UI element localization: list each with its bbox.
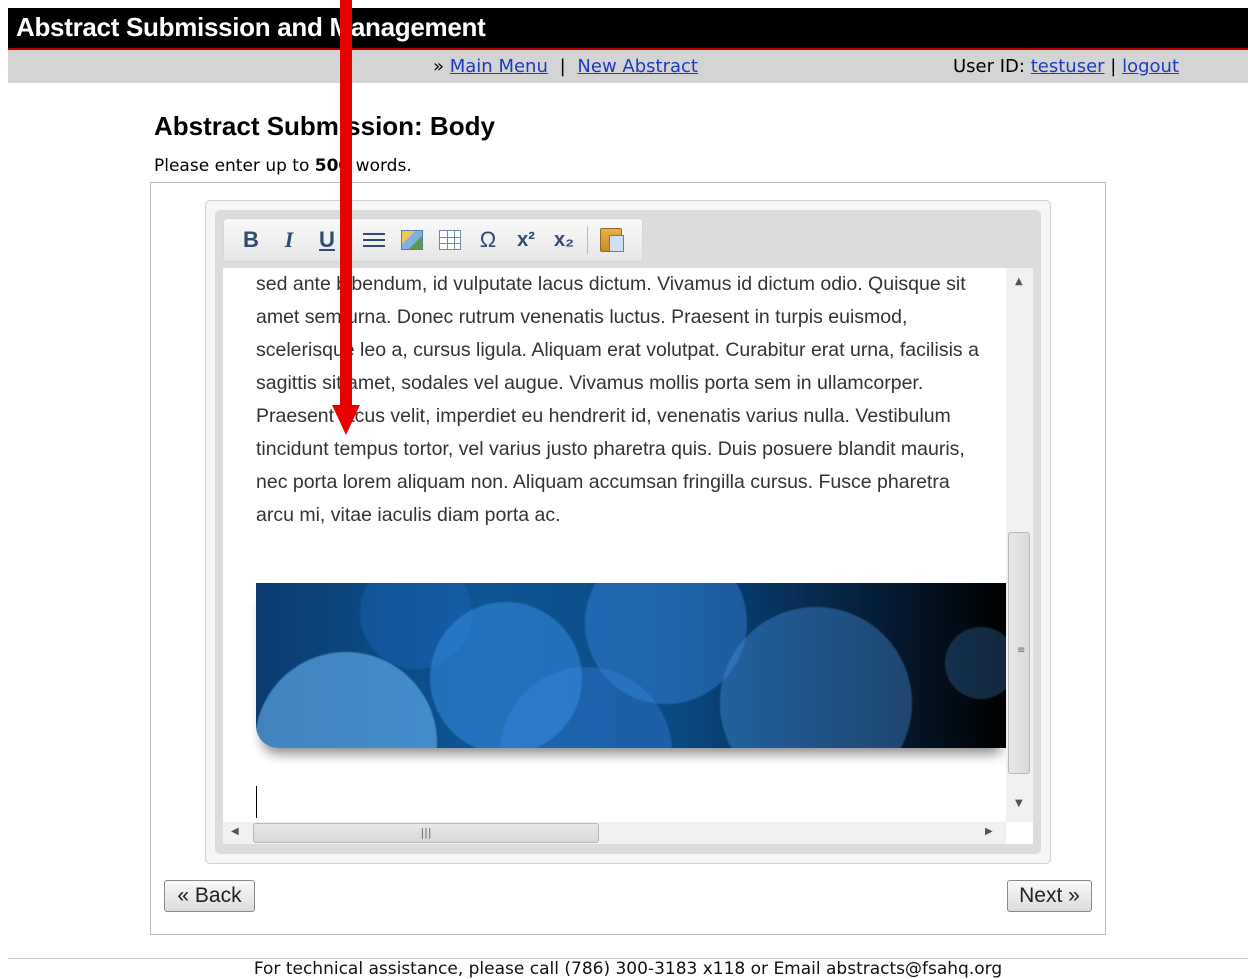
vertical-scrollbar[interactable]: ▲ ≡ ▼: [1006, 268, 1033, 822]
special-character-button[interactable]: Ω: [469, 222, 507, 258]
page-title: Abstract Submission: Body: [154, 111, 495, 141]
horizontal-scrollbar[interactable]: ◀ ||| ▶: [223, 822, 1006, 844]
logout-link[interactable]: logout: [1122, 56, 1179, 77]
subscript-button[interactable]: x₂: [545, 222, 583, 258]
word-limit-instructions: Please enter up to 500 words.: [154, 156, 412, 176]
bulleted-list-icon: [363, 230, 385, 250]
footer-text: For technical assistance, please call (7…: [253, 959, 1003, 979]
scroll-left-icon[interactable]: ◀: [231, 826, 239, 837]
back-button[interactable]: « Back: [164, 880, 255, 912]
abstract-body-text[interactable]: sed ante bibendum, id vulputate lacus di…: [256, 268, 986, 532]
scroll-up-icon[interactable]: ▲: [1015, 276, 1023, 287]
nav-links: » Main Menu | New Abstract: [433, 56, 698, 77]
toolbar-separator: [587, 226, 588, 254]
editor-toolbar: B I U Ω x² x₂: [223, 218, 643, 262]
user-id-link[interactable]: testuser: [1031, 56, 1105, 77]
table-icon: [439, 230, 461, 250]
paste-from-word-button[interactable]: [592, 222, 630, 258]
insert-table-button[interactable]: [431, 222, 469, 258]
nav-bar: » Main Menu | New Abstract User ID: test…: [8, 50, 1248, 83]
instructions-pre: Please enter up to: [154, 156, 315, 176]
vertical-scroll-thumb[interactable]: ≡: [1008, 532, 1030, 774]
grip-icon: ≡: [1017, 645, 1026, 656]
new-abstract-link[interactable]: New Abstract: [577, 56, 698, 77]
annotation-arrow-shaft: [340, 0, 352, 410]
app-title: Abstract Submission and Management: [16, 12, 486, 42]
instructions-post: words.: [350, 156, 412, 176]
main-menu-link[interactable]: Main Menu: [450, 56, 548, 77]
user-info: User ID: testuser | logout: [953, 56, 1179, 77]
horizontal-scroll-thumb[interactable]: |||: [253, 823, 599, 843]
user-separator: |: [1110, 56, 1117, 77]
header-bar: Abstract Submission and Management: [8, 8, 1248, 50]
user-id-label: User ID:: [953, 56, 1025, 77]
superscript-button[interactable]: x²: [507, 222, 545, 258]
scroll-down-icon[interactable]: ▼: [1015, 798, 1023, 809]
text-cursor: [256, 786, 257, 818]
paste-icon: [600, 228, 624, 252]
scroll-right-icon[interactable]: ▶: [985, 826, 993, 837]
scrollbar-corner: [1006, 822, 1033, 844]
bulleted-list-button[interactable]: [355, 222, 393, 258]
nav-prefix: »: [433, 56, 445, 77]
italic-button[interactable]: I: [270, 222, 308, 258]
annotation-arrow-icon: [332, 405, 360, 435]
insert-image-button[interactable]: [393, 222, 431, 258]
image-icon: [401, 230, 423, 250]
bold-button[interactable]: B: [232, 222, 270, 258]
nav-separator: |: [559, 56, 566, 77]
blue-bubbles-image[interactable]: [256, 583, 1006, 748]
next-button[interactable]: Next »: [1007, 880, 1092, 912]
